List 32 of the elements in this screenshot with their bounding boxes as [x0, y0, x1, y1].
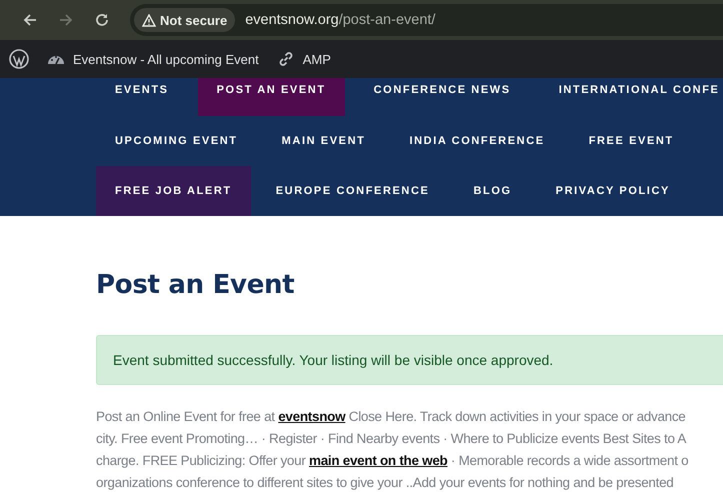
- nav-link[interactable]: FREE EVENT: [570, 116, 693, 166]
- back-arrow-icon: [22, 12, 38, 28]
- nav-link[interactable]: POST AN EVENT: [198, 78, 345, 116]
- nav-link[interactable]: PRIVACY POLICY: [536, 166, 689, 216]
- nav-link[interactable]: FREE JOB ALERT: [96, 166, 251, 216]
- security-chip[interactable]: Not secure: [134, 8, 236, 32]
- intro-text: Post an Online Event for free at eventsnow Close Here. Track down activities in your space or advance: [96, 408, 686, 426]
- intro-text: city. Free event Promoting… · Register · Find Nearby events · Where to Publicize events Best Sites to A: [96, 430, 686, 448]
- nav-link[interactable]: INDIA CONFERENCE: [390, 116, 564, 166]
- warning-icon: [142, 14, 156, 26]
- success-alert: Event submitted successfully. Your listing will be visible once approved.: [96, 335, 723, 385]
- wordpress-logo-icon: [9, 49, 29, 69]
- nav-link[interactable]: UPCOMING EVENT: [96, 116, 257, 166]
- url-text: eventsnow.org/post-an-event/: [245, 12, 436, 28]
- nav-link[interactable]: BLOG: [454, 166, 531, 216]
- nav-link[interactable]: MAIN EVENT: [262, 116, 384, 166]
- bookmark-link[interactable]: AMP: [274, 47, 333, 71]
- nav-link[interactable]: CONFERENCE NEWS: [354, 78, 530, 116]
- intro-text: organizations conference to different sites to give your ..Add your events for nothing and be presented: [96, 474, 674, 492]
- reload-icon: [94, 12, 110, 28]
- text-link[interactable]: main event on the web: [309, 453, 448, 468]
- forward-arrow-icon: [58, 12, 74, 28]
- nav-link[interactable]: EVENTS: [96, 78, 188, 116]
- address-bar[interactable]: Not secure eventsnow.org/post-an-event/: [130, 4, 723, 36]
- wordpress-bookmark[interactable]: [7, 46, 31, 72]
- text-link[interactable]: eventsnow: [278, 409, 346, 424]
- page-title: Post an Event: [96, 269, 296, 302]
- nav-link[interactable]: EUROPE CONFERENCE: [256, 166, 448, 216]
- nav-link[interactable]: INTERNATIONAL CONFE: [540, 78, 723, 116]
- intro-text: charge. FREE Publicizing: Offer your main event on the web · Memorable records a wide assortment o: [96, 452, 688, 470]
- bookmark-link[interactable]: Eventsnow - All upcoming Event: [45, 48, 261, 70]
- chain-link-icon: [276, 50, 295, 68]
